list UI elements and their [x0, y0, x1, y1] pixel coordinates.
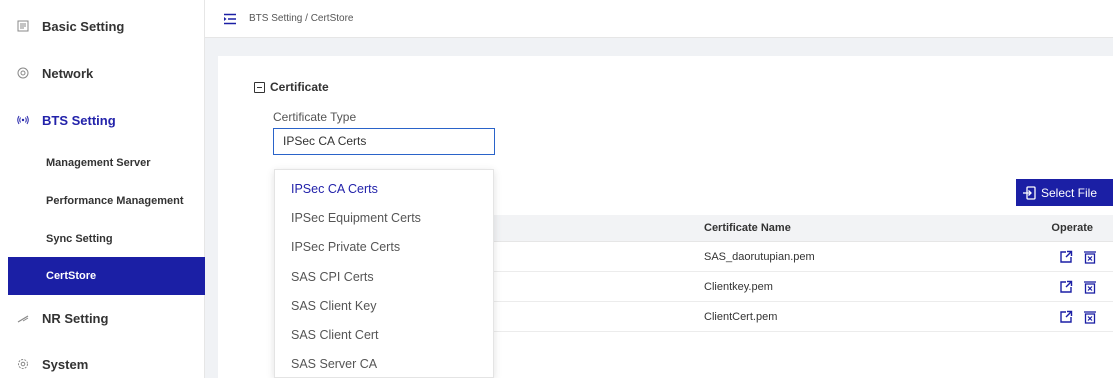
export-icon[interactable]	[1059, 250, 1073, 264]
gear-icon	[16, 357, 30, 371]
row-operations	[1059, 310, 1097, 324]
sidebar-item-label: Basic Setting	[42, 18, 125, 34]
delete-icon[interactable]	[1083, 280, 1097, 294]
sidebar-subitem-label: Management Server	[46, 157, 151, 169]
sidebar-item-bts-setting[interactable]: BTS Setting	[0, 96, 205, 144]
sidebar-subitem-certstore[interactable]: CertStore	[8, 257, 205, 295]
dropdown-option-sas-client-cert[interactable]: SAS Client Cert	[275, 320, 493, 349]
document-icon	[16, 19, 30, 33]
sidebar-subitem-performance-management[interactable]: Performance Management	[0, 182, 205, 220]
delete-icon[interactable]	[1083, 310, 1097, 324]
sidebar-item-network[interactable]: Network	[0, 49, 205, 97]
import-icon	[1022, 185, 1036, 200]
dropdown-option-sas-server-ca[interactable]: SAS Server CA	[275, 350, 493, 378]
sidebar-item-system[interactable]: System	[0, 340, 205, 378]
dropdown-option-sas-cpi-certs[interactable]: SAS CPI Certs	[275, 262, 493, 291]
table-row: SAS_daorutupian.pem	[478, 242, 1113, 272]
delete-icon[interactable]	[1083, 250, 1097, 264]
header: BTS Setting / CertStore	[205, 0, 1113, 38]
dropdown-option-ipsec-ca-certs[interactable]: IPSec CA Certs	[275, 174, 493, 203]
signal-icon	[16, 311, 30, 325]
sidebar-subitem-label: Performance Management	[46, 195, 184, 207]
sidebar-item-label: System	[42, 356, 89, 372]
table-header: Certificate Name Operate	[478, 215, 1113, 242]
export-icon[interactable]	[1059, 280, 1073, 294]
section-title[interactable]: Certificate	[254, 80, 329, 94]
certificate-table: Certificate Name Operate SAS_daorutupian…	[478, 215, 1113, 332]
sidebar-item-label: Network	[42, 65, 94, 81]
sidebar-item-label: NR Setting	[42, 310, 109, 326]
cell-certificate-name: ClientCert.pem	[704, 310, 778, 323]
certificate-type-label: Certificate Type	[273, 110, 357, 124]
sidebar: Basic Setting Network BTS Setting Manage…	[0, 0, 205, 378]
row-operations	[1059, 280, 1097, 294]
dropdown-option-sas-client-key[interactable]: SAS Client Key	[275, 291, 493, 320]
network-icon	[16, 66, 30, 80]
cell-certificate-name: Clientkey.pem	[704, 280, 773, 293]
dropdown-option-ipsec-equipment-certs[interactable]: IPSec Equipment Certs	[275, 203, 493, 232]
certificate-type-select[interactable]: IPSec CA Certs	[273, 128, 495, 155]
menu-fold-icon[interactable]	[223, 13, 237, 25]
section-title-text: Certificate	[270, 80, 329, 94]
select-file-label: Select File	[1041, 185, 1098, 200]
row-operations	[1059, 250, 1097, 264]
sidebar-item-nr-setting[interactable]: NR Setting	[0, 294, 205, 342]
column-header-certificate-name: Certificate Name	[704, 222, 791, 234]
export-icon[interactable]	[1059, 310, 1073, 324]
sidebar-subitem-label: CertStore	[46, 270, 97, 282]
column-header-operate: Operate	[1051, 222, 1093, 234]
table-row: ClientCert.pem	[478, 302, 1113, 332]
select-file-button[interactable]: Select File	[1016, 179, 1113, 206]
sidebar-subitem-label: Sync Setting	[46, 233, 113, 245]
sidebar-subitem-management-server[interactable]: Management Server	[0, 144, 205, 182]
cell-certificate-name: SAS_daorutupian.pem	[704, 250, 815, 263]
sidebar-subitem-sync-setting[interactable]: Sync Setting	[0, 220, 205, 258]
sidebar-item-basic-setting[interactable]: Basic Setting	[0, 2, 205, 50]
dropdown-option-ipsec-private-certs[interactable]: IPSec Private Certs	[275, 233, 493, 262]
antenna-icon	[16, 113, 30, 127]
table-row: Clientkey.pem	[478, 272, 1113, 302]
sidebar-item-label: BTS Setting	[42, 112, 116, 128]
certificate-type-dropdown: IPSec CA Certs IPSec Equipment Certs IPS…	[274, 169, 494, 378]
collapse-icon[interactable]	[254, 81, 265, 93]
breadcrumb: BTS Setting / CertStore	[249, 13, 354, 24]
